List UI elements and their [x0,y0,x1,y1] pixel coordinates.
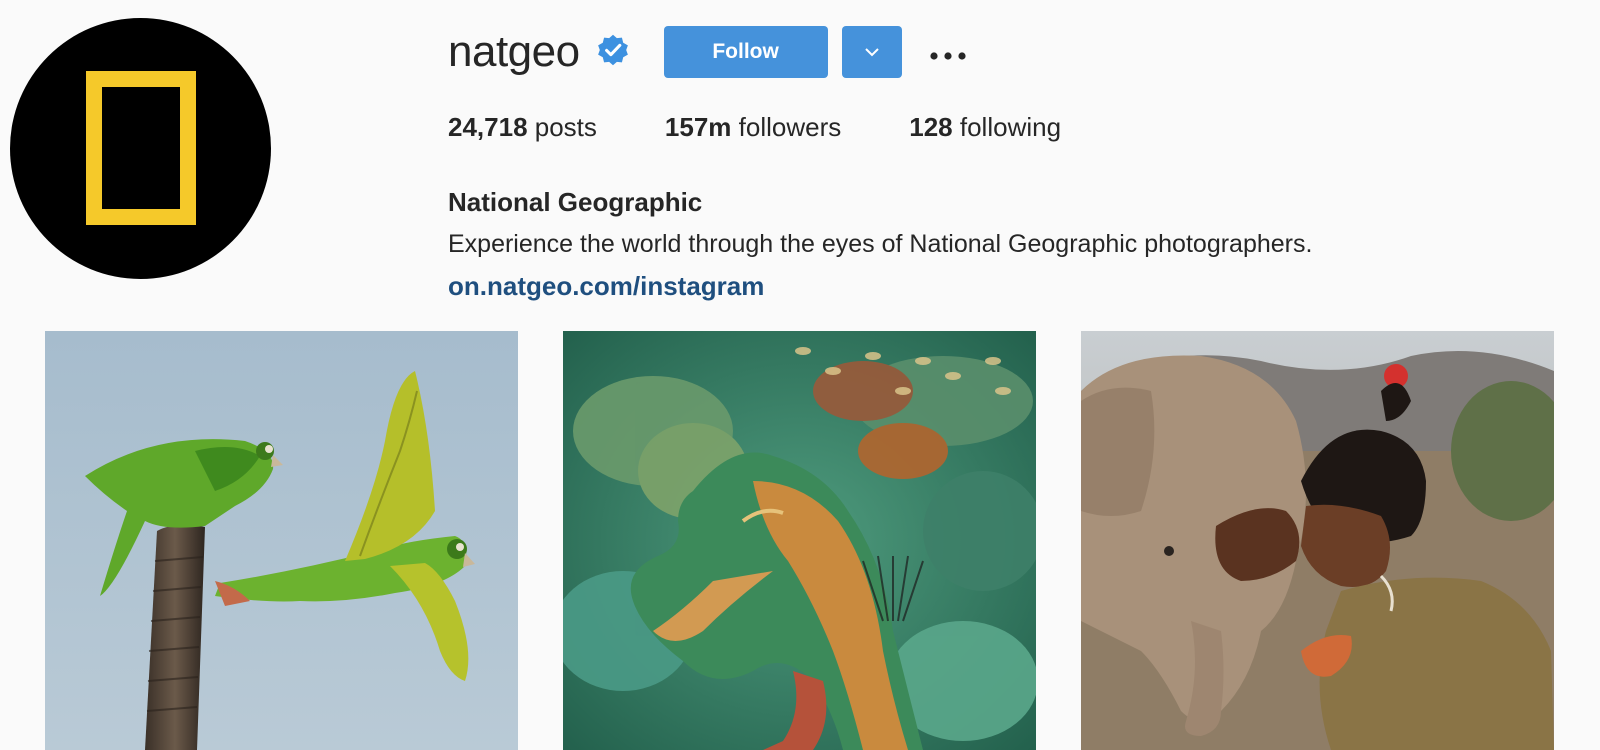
post-thumbnail-elephant[interactable] [1081,331,1554,750]
natgeo-logo-frame [86,71,196,225]
profile-header: natgeo Follow 24,718 posts 157m follower… [448,22,1548,302]
following-count: 128 [909,112,953,142]
following-stat[interactable]: 128 following [909,112,1061,143]
profile-link[interactable]: on.natgeo.com/instagram [448,271,764,302]
octopus-photo [563,331,1036,750]
elephant-photo [1081,331,1554,750]
profile-stats: 24,718 posts 157m followers 128 followin… [448,112,1548,143]
post-thumbnail-octopus[interactable] [563,331,1036,750]
posts-grid [45,331,1554,750]
more-options-button[interactable] [926,26,970,78]
posts-count: 24,718 [448,112,528,142]
posts-label: posts [534,112,597,142]
chevron-down-icon [864,45,880,60]
followers-label: followers [738,112,842,142]
full-name: National Geographic [448,187,703,217]
bio-text: Experience the world through the eyes of… [448,230,1313,258]
verified-badge-icon [596,33,630,67]
suggestions-dropdown-button[interactable] [841,26,902,78]
username: natgeo [448,27,580,76]
title-row: natgeo Follow [448,22,1548,82]
following-label: following [959,112,1062,142]
posts-stat: 24,718 posts [448,112,597,143]
profile-avatar[interactable] [10,18,271,279]
post-thumbnail-parrots[interactable] [45,331,518,750]
follow-button[interactable]: Follow [663,26,828,78]
more-options-icon [929,35,967,69]
parrots-photo [45,331,518,750]
followers-stat[interactable]: 157m followers [665,112,841,143]
followers-count: 157m [664,112,732,142]
